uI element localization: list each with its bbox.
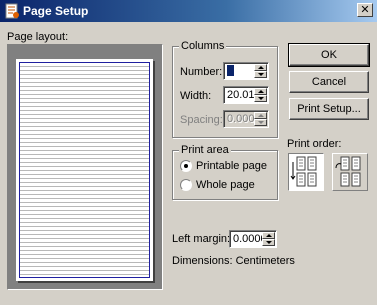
close-icon[interactable]: ✕ (357, 3, 373, 17)
chevron-up-icon[interactable] (262, 232, 275, 239)
left-margin-spinbox[interactable]: 0.0000 (229, 230, 277, 248)
chevron-down-icon[interactable] (262, 239, 275, 246)
preview-printable-area (19, 62, 150, 278)
chevron-up-icon (254, 112, 267, 119)
columns-group-label: Columns (179, 40, 227, 52)
title-bar: Page Setup ✕ (0, 0, 377, 22)
width-spinbox[interactable]: 20.011 (223, 86, 269, 104)
print-order-down-then-over-button[interactable] (288, 153, 324, 191)
ok-button[interactable]: OK (288, 43, 370, 67)
print-setup-button[interactable]: Print Setup... (289, 98, 369, 120)
chevron-down-icon[interactable] (254, 95, 267, 102)
down-then-over-icon (290, 156, 317, 187)
spacing-value: 0.000 (227, 113, 255, 125)
left-margin-label: Left margin: (172, 233, 231, 245)
app-icon (5, 3, 19, 19)
whole-page-label[interactable]: Whole page (196, 179, 255, 191)
printable-page-label[interactable]: Printable page (196, 160, 267, 172)
width-label: Width: (180, 90, 212, 102)
number-spinbox[interactable] (223, 62, 269, 80)
spacing-spinbox: 0.000 (223, 110, 269, 128)
chevron-down-icon (254, 119, 267, 126)
chevron-down-icon[interactable] (254, 71, 267, 78)
print-area-group: Print area (172, 144, 278, 200)
page-layout-preview (7, 44, 163, 290)
dimensions-label: Dimensions: Centimeters (172, 255, 295, 267)
print-order-label: Print order: (287, 138, 342, 150)
printable-page-radio[interactable] (180, 160, 192, 172)
print-order-over-then-down-button[interactable] (332, 153, 368, 191)
number-label: Number: (180, 66, 223, 78)
spacing-label: Spacing: (180, 114, 223, 126)
number-input-caret (227, 65, 234, 76)
cancel-button[interactable]: Cancel (289, 71, 369, 93)
chevron-up-icon[interactable] (254, 88, 267, 95)
window-title: Page Setup (23, 4, 89, 18)
page-layout-label: Page layout: (7, 31, 69, 43)
print-area-group-label: Print area (179, 144, 231, 156)
preview-paper (16, 59, 153, 281)
over-then-down-icon (335, 156, 361, 187)
whole-page-radio[interactable] (180, 179, 192, 191)
chevron-up-icon[interactable] (254, 64, 267, 71)
